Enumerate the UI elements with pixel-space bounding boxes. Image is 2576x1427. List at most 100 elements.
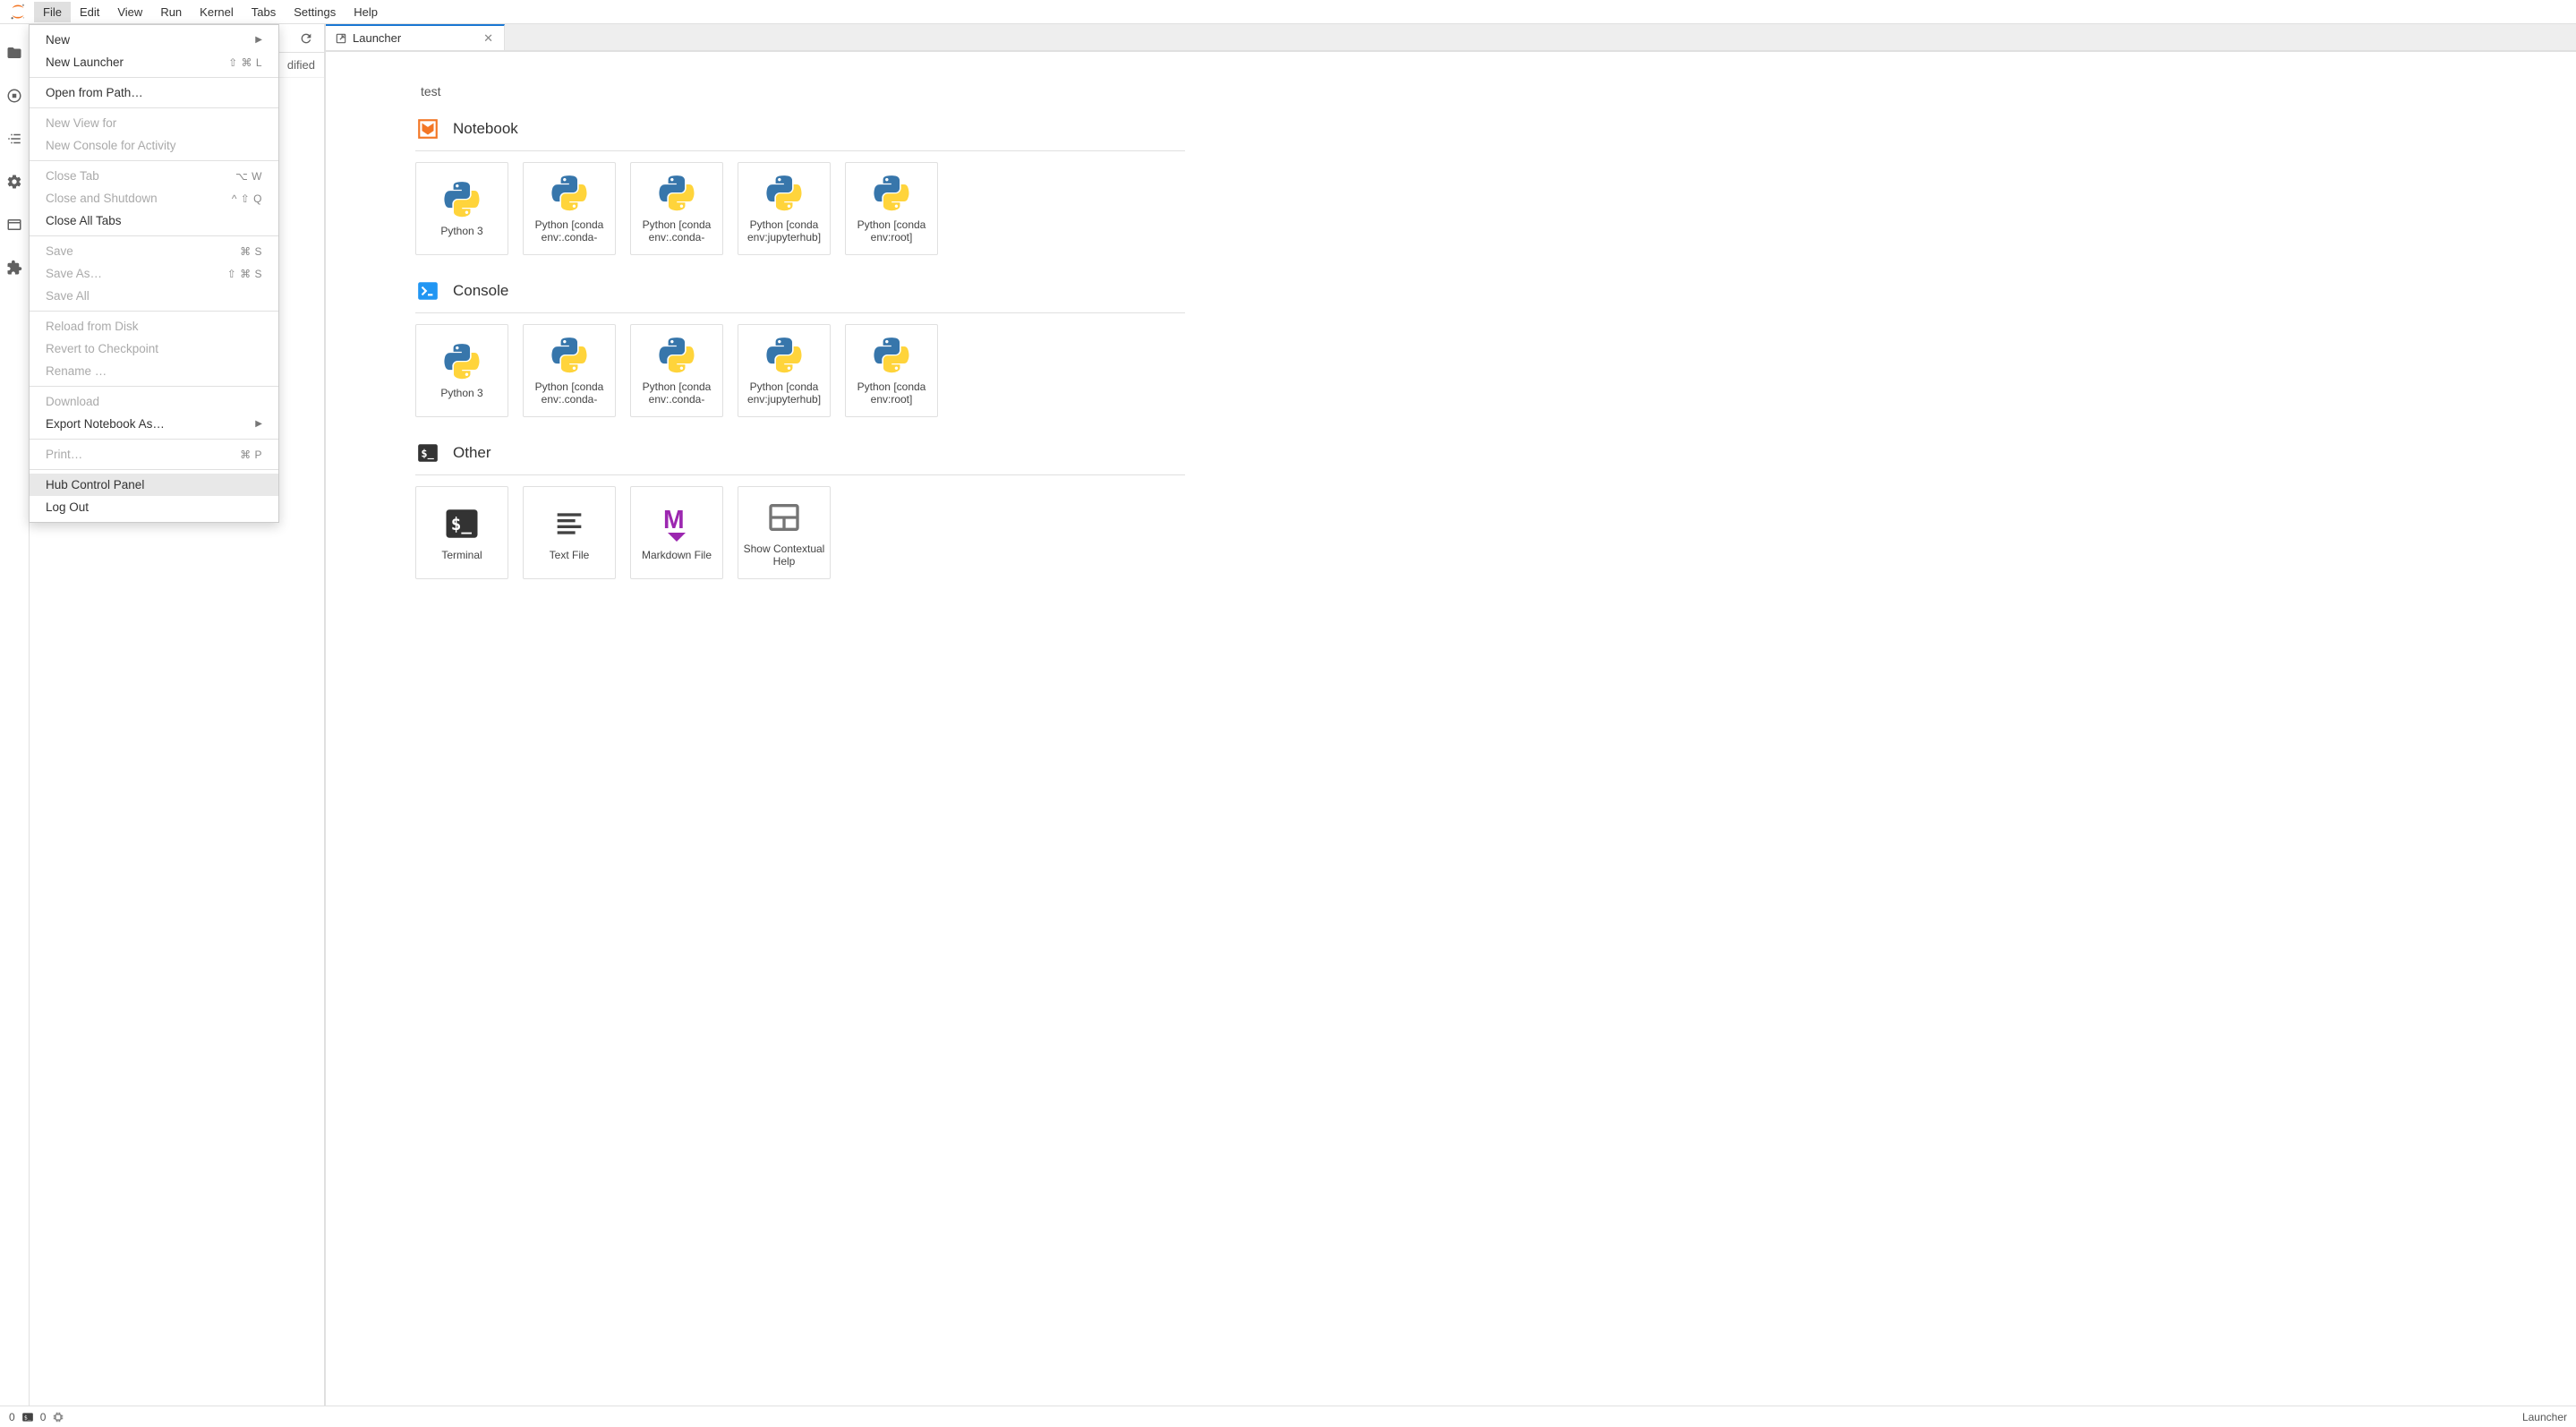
- menu-item-close-all-tabs[interactable]: Close All Tabs: [30, 209, 278, 232]
- menu-item-export-notebook-as[interactable]: Export Notebook As…▶: [30, 413, 278, 435]
- card-label: Python [conda env:.conda-: [527, 380, 611, 406]
- card-label: Python [conda env:root]: [849, 380, 934, 406]
- markdown-icon: M: [657, 504, 696, 543]
- status-bar: 0 $_ 0 Launcher: [0, 1406, 2576, 1427]
- tab-bar: Launcher ✕: [326, 24, 2576, 51]
- launcher-card[interactable]: MMarkdown File: [630, 486, 723, 579]
- card-label: Python [conda env:jupyterhub]: [742, 218, 826, 244]
- commands-tab-icon[interactable]: [2, 126, 27, 151]
- launcher-section-other: $_ Other $_Terminal Text File MMarkdown File…: [415, 440, 2540, 579]
- menu-help[interactable]: Help: [345, 2, 387, 22]
- python-icon: [872, 174, 911, 213]
- menu-tabs[interactable]: Tabs: [243, 2, 285, 22]
- kernels-count[interactable]: 0: [40, 1411, 47, 1423]
- menu-separator: [30, 311, 278, 312]
- launcher-card[interactable]: Python [conda env:.conda-: [523, 324, 616, 417]
- menu-separator: [30, 77, 278, 78]
- launcher-panel: test Notebook Python 3 Python [conda env:.…: [326, 51, 2576, 1406]
- menu-item-reload-from-disk: Reload from Disk: [30, 315, 278, 338]
- menu-view[interactable]: View: [108, 2, 151, 22]
- submenu-arrow-icon: ▶: [255, 419, 262, 429]
- menu-item-rename: Rename …: [30, 360, 278, 382]
- card-label: Python [conda env:.conda-: [527, 218, 611, 244]
- launcher-card[interactable]: Text File: [523, 486, 616, 579]
- menu-item-new[interactable]: New▶: [30, 29, 278, 51]
- section-title: Other: [453, 444, 491, 462]
- launcher-card[interactable]: Python [conda env:root]: [845, 324, 938, 417]
- launcher-card[interactable]: Python [conda env:root]: [845, 162, 938, 255]
- menu-item-hub-control-panel[interactable]: Hub Control Panel: [30, 474, 278, 496]
- jupyter-logo: [7, 1, 29, 22]
- python-icon: [764, 336, 804, 375]
- python-icon: [442, 342, 482, 381]
- python-icon: [657, 336, 696, 375]
- settings-tab-icon[interactable]: [2, 169, 27, 194]
- menu-kernel[interactable]: Kernel: [191, 2, 243, 22]
- extensions-tab-icon[interactable]: [2, 255, 27, 280]
- modified-column-label: dified: [287, 58, 315, 72]
- main-area: Launcher ✕ test Notebook Python 3 Python […: [325, 24, 2576, 1406]
- textfile-icon: [550, 504, 589, 543]
- menu-separator: [30, 469, 278, 470]
- menu-item-revert-to-checkpoint: Revert to Checkpoint: [30, 338, 278, 360]
- card-label: Text File: [550, 549, 590, 561]
- menu-item-close-tab: Close Tab⌥ W: [30, 165, 278, 187]
- terminals-count[interactable]: 0: [9, 1411, 15, 1423]
- menu-edit[interactable]: Edit: [71, 2, 108, 22]
- menu-separator: [30, 386, 278, 387]
- python-icon: [550, 336, 589, 375]
- menu-settings[interactable]: Settings: [285, 2, 345, 22]
- tabs-tab-icon[interactable]: [2, 212, 27, 237]
- launcher-card[interactable]: Show Contextual Help: [738, 486, 831, 579]
- menu-item-open-from-path[interactable]: Open from Path…: [30, 81, 278, 104]
- terminal-card-icon: $_: [442, 504, 482, 543]
- terminal-status-icon[interactable]: $_: [21, 1410, 35, 1424]
- menu-run[interactable]: Run: [151, 2, 191, 22]
- python-icon: [550, 174, 589, 213]
- menu-item-save: Save⌘ S: [30, 240, 278, 262]
- activity-bar: [0, 24, 30, 1406]
- launcher-card[interactable]: Python 3: [415, 324, 508, 417]
- section-title: Console: [453, 282, 508, 300]
- files-tab-icon[interactable]: [2, 40, 27, 65]
- menu-file[interactable]: File: [34, 2, 71, 22]
- tab-launcher[interactable]: Launcher ✕: [326, 24, 505, 50]
- menu-item-log-out[interactable]: Log Out: [30, 496, 278, 518]
- svg-text:$_: $_: [451, 514, 473, 534]
- menu-item-save-all: Save All: [30, 285, 278, 307]
- launcher-card[interactable]: Python [conda env:.conda-: [630, 162, 723, 255]
- launcher-cwd: test: [421, 84, 2540, 98]
- python-icon: [764, 174, 804, 213]
- menu-separator: [30, 439, 278, 440]
- refresh-icon[interactable]: [295, 28, 317, 49]
- status-right[interactable]: Launcher: [2522, 1411, 2567, 1423]
- menu-item-new-console-for-activity: New Console for Activity: [30, 134, 278, 157]
- python-icon: [872, 336, 911, 375]
- menubar: FileEditViewRunKernelTabsSettingsHelp: [0, 0, 2576, 24]
- card-label: Show Contextual Help: [742, 543, 826, 568]
- svg-text:M: M: [663, 506, 685, 534]
- submenu-arrow-icon: ▶: [255, 35, 262, 45]
- kernel-status-icon[interactable]: [51, 1410, 65, 1424]
- running-tab-icon[interactable]: [2, 83, 27, 108]
- card-label: Python [conda env:.conda-: [635, 380, 719, 406]
- menu-item-close-and-shutdown: Close and Shutdown^ ⇧ Q: [30, 187, 278, 209]
- console-section-icon: [415, 278, 440, 303]
- svg-text:$_: $_: [421, 447, 434, 460]
- menu-separator: [30, 235, 278, 236]
- terminal-section-icon: $_: [415, 440, 440, 466]
- launcher-section-notebook: Notebook Python 3 Python [conda env:.conda…: [415, 116, 2540, 255]
- menu-item-download: Download: [30, 390, 278, 413]
- launcher-card[interactable]: $_Terminal: [415, 486, 508, 579]
- launcher-card[interactable]: Python [conda env:jupyterhub]: [738, 162, 831, 255]
- card-label: Python [conda env:jupyterhub]: [742, 380, 826, 406]
- file-menu-dropdown: New▶New Launcher⇧ ⌘ L Open from Path… New …: [29, 24, 279, 523]
- menu-separator: [30, 107, 278, 108]
- launcher-card[interactable]: Python [conda env:.conda-: [523, 162, 616, 255]
- launcher-card[interactable]: Python 3: [415, 162, 508, 255]
- launcher-card[interactable]: Python [conda env:jupyterhub]: [738, 324, 831, 417]
- close-icon[interactable]: ✕: [482, 31, 495, 46]
- launcher-card[interactable]: Python [conda env:.conda-: [630, 324, 723, 417]
- menu-item-new-launcher[interactable]: New Launcher⇧ ⌘ L: [30, 51, 278, 73]
- section-title: Notebook: [453, 120, 518, 138]
